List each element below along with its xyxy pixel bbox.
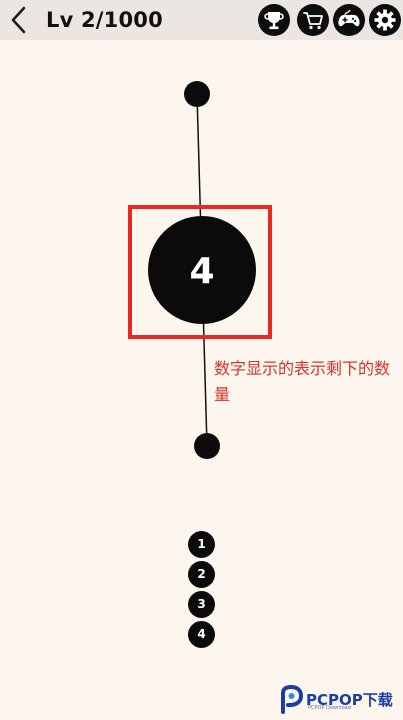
queue-ball: 1: [188, 531, 215, 558]
annotation-text: 数字显示的表示剩下的数量: [214, 359, 391, 404]
watermark-sub: PCPOP Download: [308, 705, 351, 711]
queue-ball: 2: [188, 561, 215, 588]
highlight-box: [128, 205, 272, 339]
queue-ball: 4: [188, 621, 215, 648]
watermark: PCPOP下载 PCPOP Download: [278, 684, 402, 716]
pinned-ball-top: [184, 81, 210, 107]
watermark-logo-icon: [281, 685, 304, 714]
pinned-ball-bottom: [194, 433, 220, 459]
queue-ball: 3: [188, 591, 215, 618]
